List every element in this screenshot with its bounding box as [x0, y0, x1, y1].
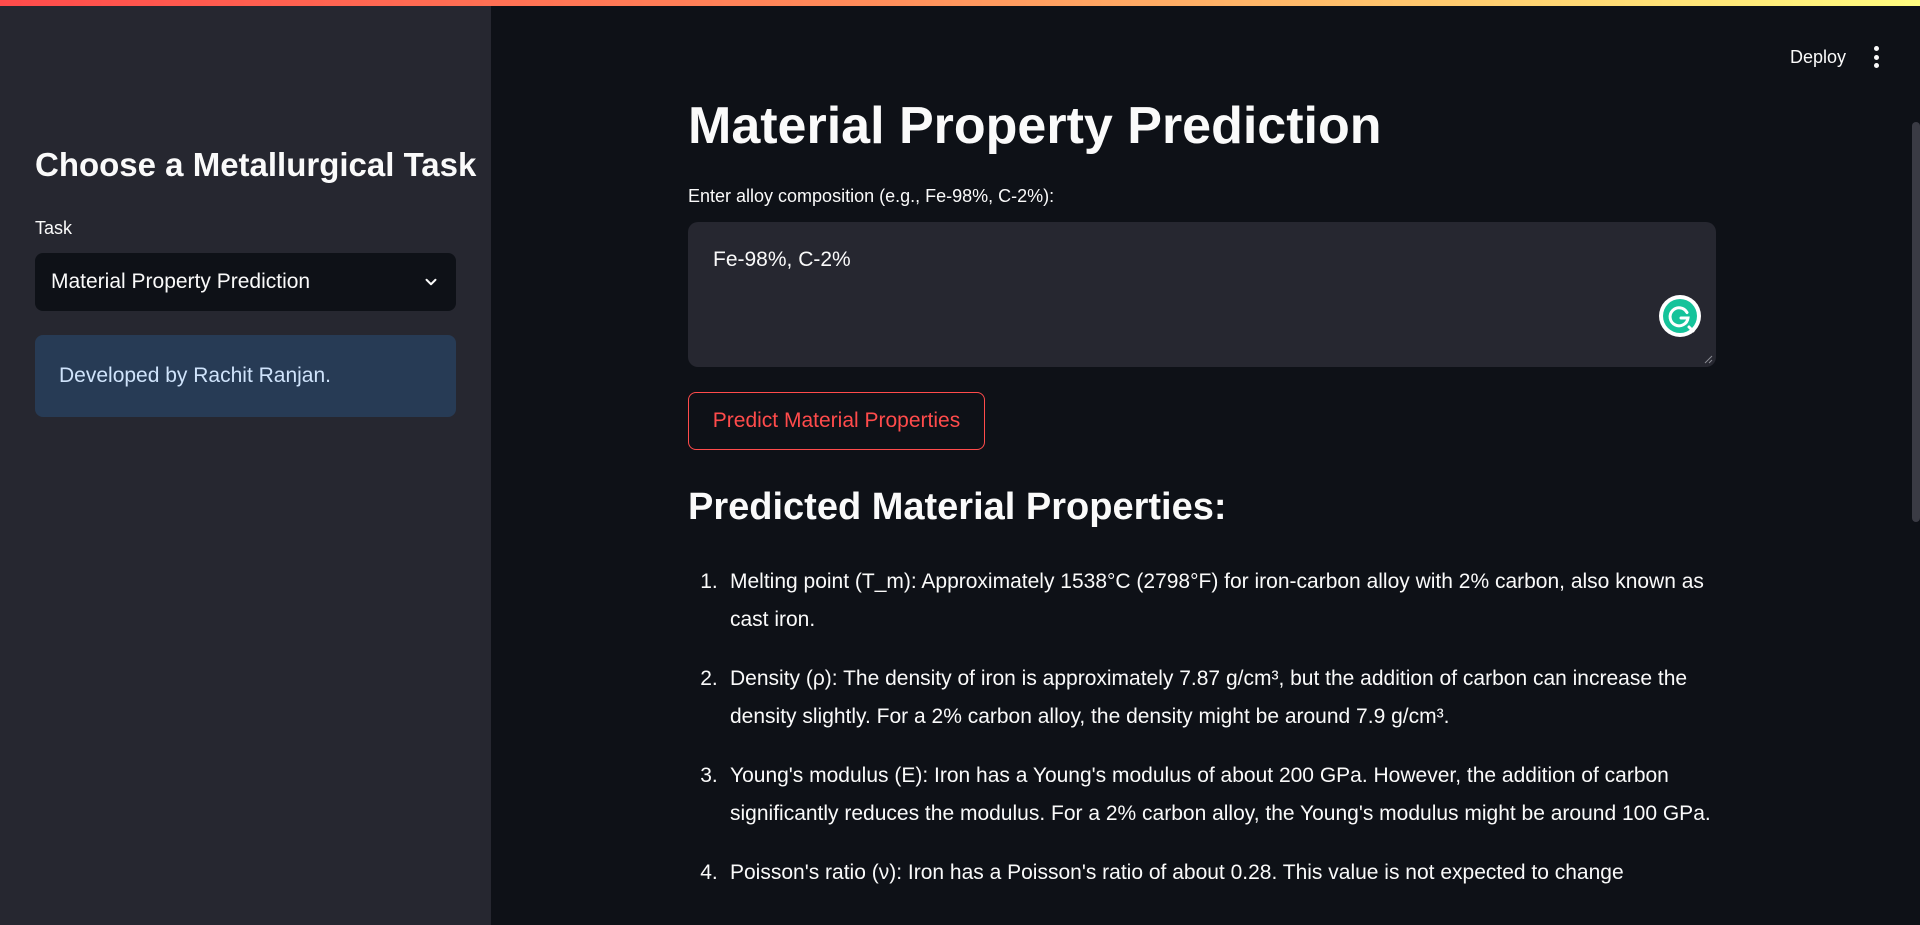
page-title: Material Property Prediction — [688, 97, 1382, 155]
list-item: 4. Poisson's ratio (ν): Iron has a Poiss… — [688, 854, 1716, 892]
alloy-composition-input[interactable]: Fe-98%, C-2% — [688, 222, 1716, 367]
predict-button[interactable]: Predict Material Properties — [688, 392, 985, 450]
list-item: 3. Young's modulus (E): Iron has a Young… — [688, 757, 1716, 832]
grammarly-icon[interactable] — [1658, 294, 1702, 338]
list-item-number: 2. — [700, 667, 718, 690]
info-text: Developed by Rachit Ranjan. — [59, 364, 331, 387]
list-item: 1. Melting point (T_m): Approximately 15… — [688, 563, 1716, 638]
task-label: Task — [35, 218, 73, 238]
list-item-text: Melting point (T_m): Approximately 1538°… — [730, 570, 1704, 631]
chevron-down-icon — [425, 278, 437, 286]
task-select-value: Material Property Prediction — [51, 270, 311, 293]
sidebar-title: Choose a Metallurgical Task — [35, 146, 477, 183]
list-item-text: Young's modulus (E): Iron has a Young's … — [730, 764, 1711, 825]
results-heading: Predicted Material Properties: — [688, 486, 1227, 528]
top-decoration-bar — [0, 0, 1920, 6]
list-item-number: 4. — [700, 861, 718, 884]
deploy-button[interactable]: Deploy — [1790, 47, 1846, 68]
alloy-composition-value: Fe-98%, C-2% — [713, 248, 851, 271]
list-item-number: 3. — [700, 764, 718, 787]
vertical-dots-icon[interactable] — [1874, 46, 1880, 68]
resize-handle-icon[interactable] — [1703, 354, 1713, 364]
info-box: Developed by Rachit Ranjan. — [35, 335, 456, 417]
sidebar: Choose a Metallurgical Task Task Materia… — [0, 0, 491, 925]
scrollbar[interactable] — [1912, 122, 1920, 522]
header-toolbar: Deploy — [1790, 40, 1880, 74]
alloy-input-label: Enter alloy composition (e.g., Fe-98%, C… — [688, 186, 1055, 206]
results-list: 1. Melting point (T_m): Approximately 15… — [688, 563, 1716, 914]
list-item: 2. Density (ρ): The density of iron is a… — [688, 660, 1716, 735]
list-item-text: Density (ρ): The density of iron is appr… — [730, 667, 1688, 728]
list-item-number: 1. — [700, 570, 718, 593]
list-item-text: Poisson's ratio (ν): Iron has a Poisson'… — [730, 861, 1624, 884]
task-select[interactable]: Material Property Prediction — [35, 253, 456, 311]
